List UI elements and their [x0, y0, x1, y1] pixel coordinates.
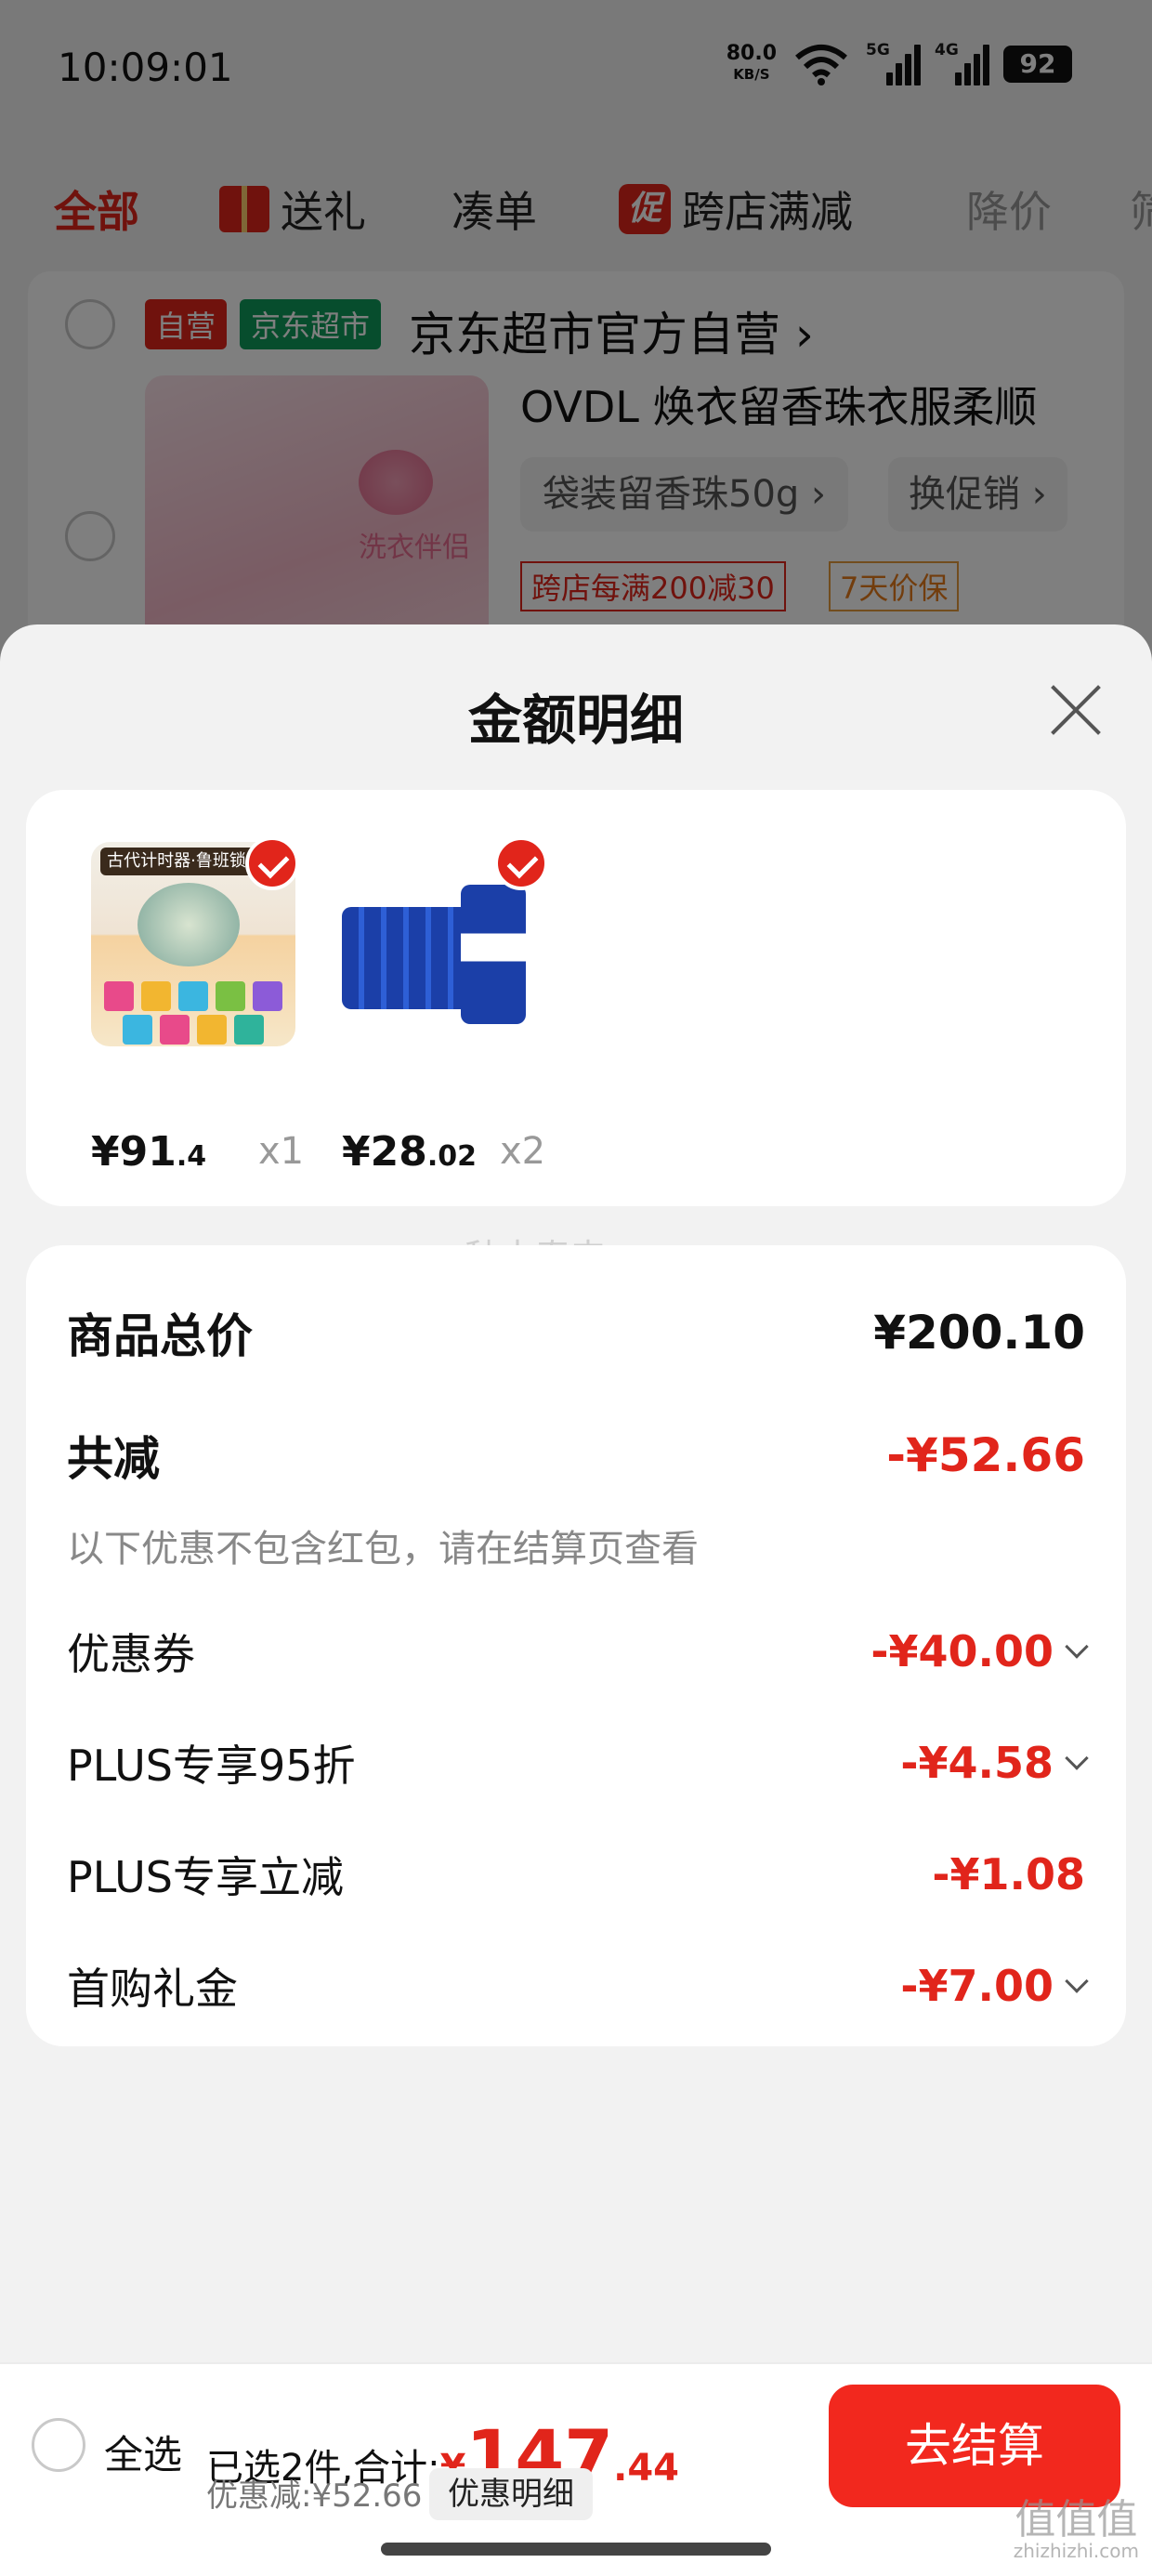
close-icon[interactable] — [1046, 680, 1106, 740]
total-reduction-row: 共减 -¥52.66 — [67, 1428, 1085, 1486]
product-price: ¥28.02 — [342, 1128, 478, 1176]
reduction-note: 以下优惠不包含红包，请在结算页查看 — [67, 1528, 699, 1571]
select-all-radio[interactable] — [32, 2418, 85, 2472]
site-watermark: 值值值 zhizhizhi.com — [1013, 2496, 1139, 2562]
chevron-down-icon — [1065, 1635, 1089, 1659]
price-detail-card: 商品总价 ¥200.10 共减 -¥52.66 以下优惠不包含红包，请在结算页查… — [26, 1245, 1126, 2046]
product-qty: x2 — [500, 1130, 546, 1173]
discount-row-plus-instant: PLUS专享立减 -¥1.08 — [67, 1849, 1085, 1902]
discount-summary: 优惠减:¥52.66 — [206, 2477, 423, 2515]
discount-detail-button[interactable]: 优惠明细 — [429, 2468, 593, 2520]
product-price: ¥91.4 — [91, 1128, 207, 1176]
product-qty: x1 — [258, 1130, 305, 1173]
discount-row-first-purchase[interactable]: 首购礼金 -¥7.00 — [67, 1955, 1089, 2017]
sheet-title: 金额明细 — [467, 689, 684, 752]
checkout-button[interactable]: 去结算 — [829, 2385, 1120, 2507]
discount-row-coupon[interactable]: 优惠券 -¥40.00 — [67, 1621, 1089, 1682]
selected-check-icon — [245, 836, 299, 890]
select-all-label[interactable]: 全选 — [104, 2424, 182, 2480]
selected-products-card: 古代计时器·鲁班锁礼盒 ¥91.4 x1 ¥28.02 x2 — [26, 790, 1126, 1206]
subtotal-row: 商品总价 ¥200.10 — [67, 1306, 1085, 1363]
total-reduction-value: -¥52.66 — [886, 1428, 1085, 1482]
chevron-down-icon — [1065, 1969, 1089, 1993]
selected-check-icon — [494, 836, 548, 890]
chevron-down-icon — [1065, 1746, 1089, 1770]
amount-detail-sheet: 金额明细 古代计时器·鲁班锁礼盒 ¥91.4 x1 ¥28.02 x2 商品总价… — [0, 624, 1152, 2362]
discount-row-plus-95[interactable]: PLUS专享95折 -¥4.58 — [67, 1732, 1089, 1794]
home-indicator[interactable] — [381, 2543, 771, 2556]
subtotal-value: ¥200.10 — [873, 1306, 1085, 1360]
